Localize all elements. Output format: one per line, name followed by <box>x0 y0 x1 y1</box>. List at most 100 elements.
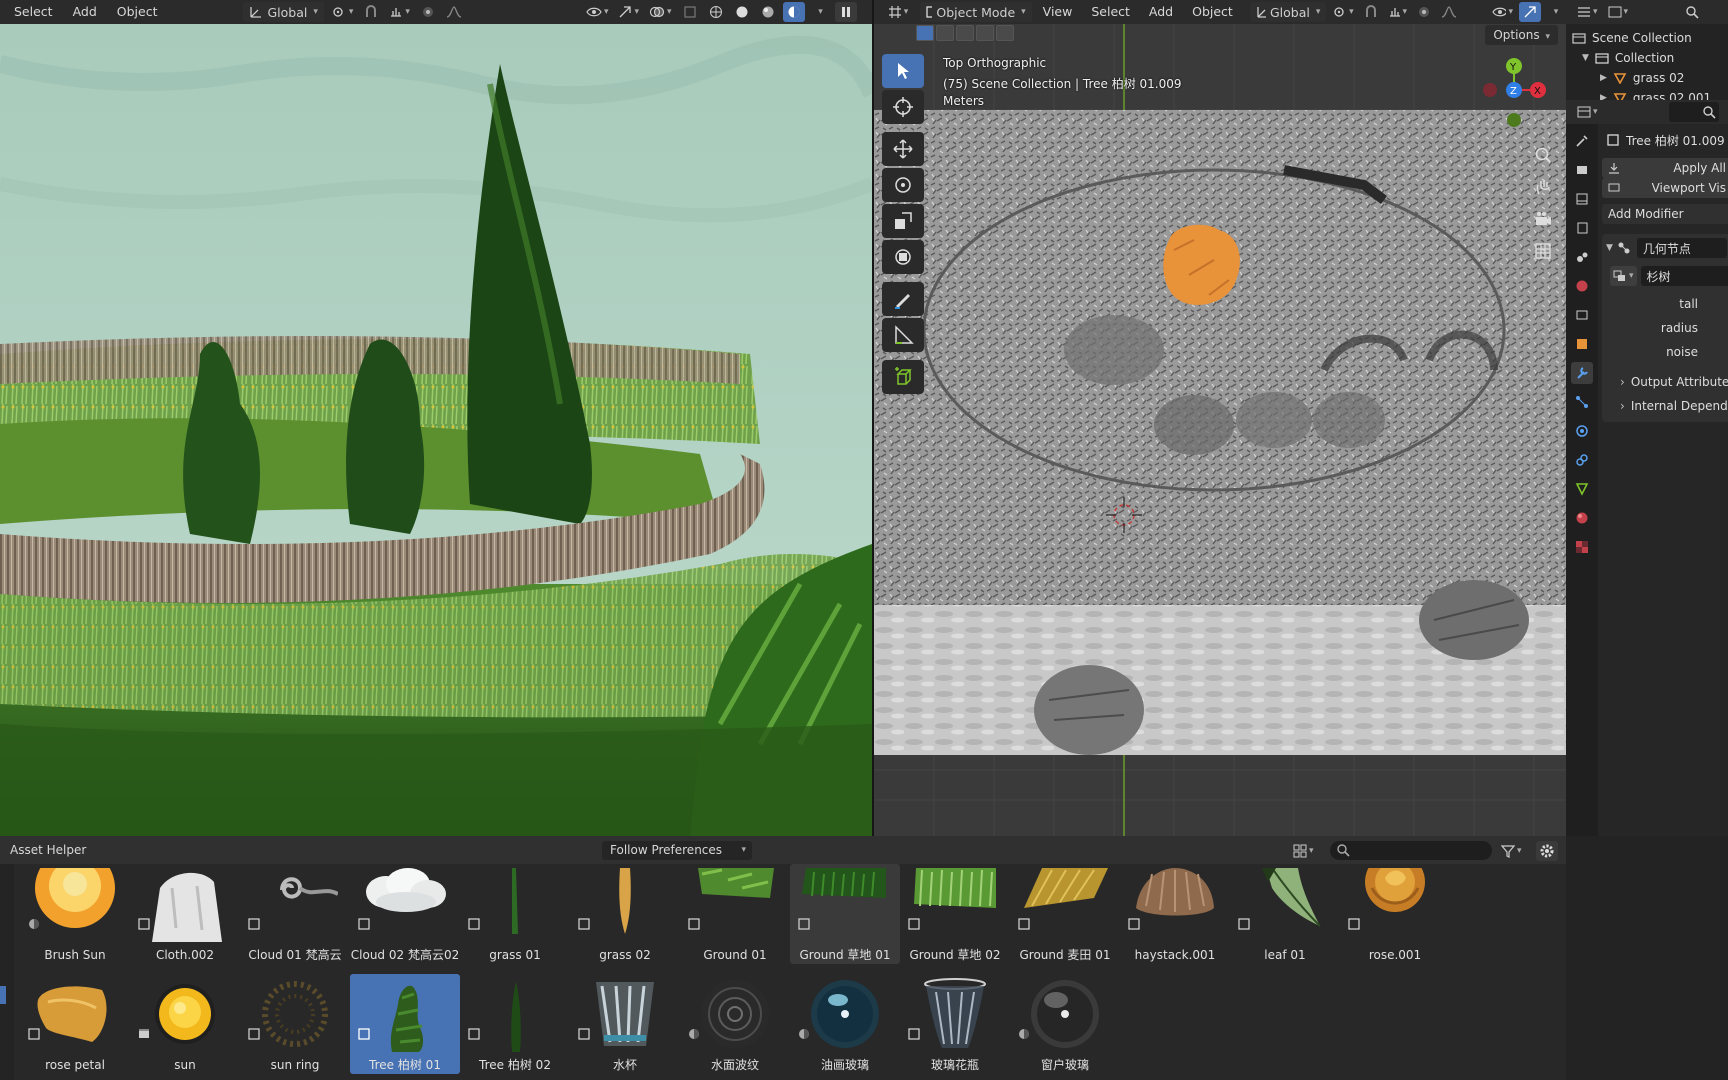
mode-dropdown[interactable]: Object Mode ▾ <box>920 2 1032 22</box>
asset-item[interactable]: 玻璃花瓶 <box>900 974 1010 1074</box>
asset-item[interactable]: sun ring <box>240 974 350 1074</box>
menu-object[interactable]: Object <box>1184 2 1241 22</box>
library-dropdown[interactable]: Follow Preferences ▾ <box>602 841 752 860</box>
asset-sidebar-handle[interactable] <box>0 864 14 1080</box>
scale-tool[interactable] <box>882 204 924 238</box>
asset-item[interactable]: grass 02 <box>570 864 680 964</box>
move-tool[interactable] <box>882 132 924 166</box>
texture-tab-icon[interactable] <box>1571 536 1593 558</box>
material-tab-icon[interactable] <box>1571 507 1593 529</box>
data-tab-icon[interactable] <box>1571 478 1593 500</box>
asset-item[interactable]: 水杯 <box>570 974 680 1074</box>
asset-item[interactable]: Cloud 01 梵高云 <box>240 864 350 964</box>
output-tab-icon[interactable] <box>1571 188 1593 210</box>
menu-select[interactable]: Select <box>6 2 61 22</box>
internal-depend-panel[interactable]: › Internal Depend <box>1602 394 1728 418</box>
asset-item[interactable]: Brush Sun <box>20 864 130 964</box>
asset-item[interactable]: 窗户玻璃 <box>1010 974 1120 1074</box>
rotate-tool[interactable] <box>882 168 924 202</box>
overlays-icon[interactable]: ▾ <box>646 2 675 22</box>
asset-item[interactable]: Cloud 02 梵高云02 <box>350 864 460 964</box>
physics-tab-icon[interactable] <box>1571 420 1593 442</box>
gizmo-toggle-icon[interactable]: ▾ <box>615 2 642 22</box>
menu-view[interactable]: View <box>1035 2 1081 22</box>
select-new-icon[interactable] <box>916 25 934 41</box>
node-group-browse-button[interactable]: ▾ <box>1610 266 1637 286</box>
menu-select[interactable]: Select <box>1083 2 1138 22</box>
shading-rendered-icon[interactable] <box>782 2 805 22</box>
editor-type-icon[interactable]: ▾ <box>1574 102 1601 122</box>
annotate-tool[interactable] <box>882 282 924 316</box>
modifier-name-field[interactable]: 几何节点 <box>1636 238 1727 258</box>
asset-item[interactable]: Cloth.002 <box>130 864 240 964</box>
visibility-icon[interactable]: ▾ <box>583 2 612 22</box>
menu-add[interactable]: Add <box>1141 2 1181 22</box>
xray-icon[interactable] <box>679 2 701 22</box>
chevron-down-icon[interactable]: ▾ <box>1544 2 1566 22</box>
transform-tool[interactable] <box>882 240 924 274</box>
asset-item[interactable]: grass 01 <box>460 864 570 964</box>
left-viewport[interactable]: Select Add Object Global ▾ ▾ ▾ ▾ ▾ ▾ ▾ <box>0 0 872 836</box>
select-intersect-icon[interactable] <box>996 25 1014 41</box>
outliner-item[interactable]: ▶ grass 02 <box>1572 68 1728 88</box>
select-extend-icon[interactable] <box>936 25 954 41</box>
object-tab-icon[interactable] <box>1571 333 1593 355</box>
world-tab-icon[interactable] <box>1571 275 1593 297</box>
asset-item[interactable]: Ground 01 <box>680 864 790 964</box>
snap-target-icon[interactable]: ▾ <box>386 2 413 22</box>
render-tab-icon[interactable] <box>1571 159 1593 181</box>
output-attribute-panel[interactable]: › Output Attribute <box>1602 370 1728 394</box>
input-noise[interactable]: noise <box>1602 340 1728 364</box>
snap-target-icon[interactable]: ▾ <box>1385 2 1410 22</box>
scene-tab-icon[interactable] <box>1571 246 1593 268</box>
editor-type-icon[interactable]: ▾ <box>1574 2 1601 22</box>
filter-icon[interactable]: ▾ <box>1498 841 1525 861</box>
constraints-tab-icon[interactable] <box>1571 449 1593 471</box>
shading-wireframe-icon[interactable] <box>705 2 727 22</box>
transform-orientation-dropdown[interactable]: Global ▾ <box>243 2 324 22</box>
proportional-edit-icon[interactable] <box>1413 2 1435 22</box>
pan-hand-icon[interactable] <box>1530 174 1556 200</box>
pivot-icon[interactable]: ▾ <box>1329 2 1356 22</box>
viewport-vis-button[interactable]: Viewport Vis <box>1602 178 1728 198</box>
search-icon[interactable] <box>1681 2 1703 22</box>
display-mode-icon[interactable]: ▾ <box>1290 841 1317 861</box>
shading-material-icon[interactable] <box>757 2 779 22</box>
select-subtract-icon[interactable] <box>956 25 974 41</box>
menu-add[interactable]: Add <box>65 2 105 22</box>
shading-solid-icon[interactable] <box>731 2 753 22</box>
view-layer-tab-icon[interactable] <box>1571 217 1593 239</box>
pivot-icon[interactable]: ▾ <box>328 2 357 22</box>
editor-type-icon[interactable]: ▾ <box>884 2 911 22</box>
asset-item[interactable]: 水面波纹 <box>680 974 790 1074</box>
visibility-icon[interactable]: ▾ <box>1489 2 1516 22</box>
menu-object[interactable]: Object <box>109 2 166 22</box>
gear-icon[interactable] <box>1536 841 1558 861</box>
asset-item-selected[interactable]: Tree 柏树 01 <box>350 974 460 1074</box>
particles-tab-icon[interactable] <box>1571 391 1593 413</box>
display-mode-icon[interactable]: ▾ <box>1605 2 1632 22</box>
asset-item[interactable]: rose.001 <box>1340 864 1450 964</box>
search-icon[interactable] <box>1668 102 1719 122</box>
select-box-tool[interactable] <box>882 54 924 88</box>
camera-icon[interactable] <box>1530 206 1556 232</box>
add-modifier-button[interactable]: Add Modifier <box>1602 204 1728 224</box>
outliner-scene-collection[interactable]: Scene Collection <box>1572 28 1728 48</box>
asset-item[interactable]: 油画玻璃 <box>790 974 900 1074</box>
transform-orientation-dropdown[interactable]: Global ▾ <box>1249 2 1327 22</box>
asset-item[interactable]: leaf 01 <box>1230 864 1340 964</box>
proportional-edit-icon[interactable] <box>417 2 439 22</box>
snap-icon[interactable] <box>360 2 382 22</box>
navigation-gizmo[interactable]: Y Z X <box>1474 56 1554 136</box>
gizmo-toggle-icon[interactable] <box>1518 2 1541 22</box>
add-cube-tool[interactable] <box>882 360 924 394</box>
options-dropdown[interactable]: Options ▾ <box>1485 25 1558 45</box>
outliner-collection[interactable]: ▼ Collection <box>1572 48 1728 68</box>
chevron-down-icon[interactable]: ▾ <box>809 2 831 22</box>
asset-item[interactable]: haystack.001 <box>1120 864 1230 964</box>
falloff-icon[interactable] <box>443 2 465 22</box>
falloff-icon[interactable] <box>1438 2 1460 22</box>
select-invert-icon[interactable] <box>976 25 994 41</box>
snap-icon[interactable] <box>1360 2 1382 22</box>
cursor-tool[interactable] <box>882 90 924 124</box>
